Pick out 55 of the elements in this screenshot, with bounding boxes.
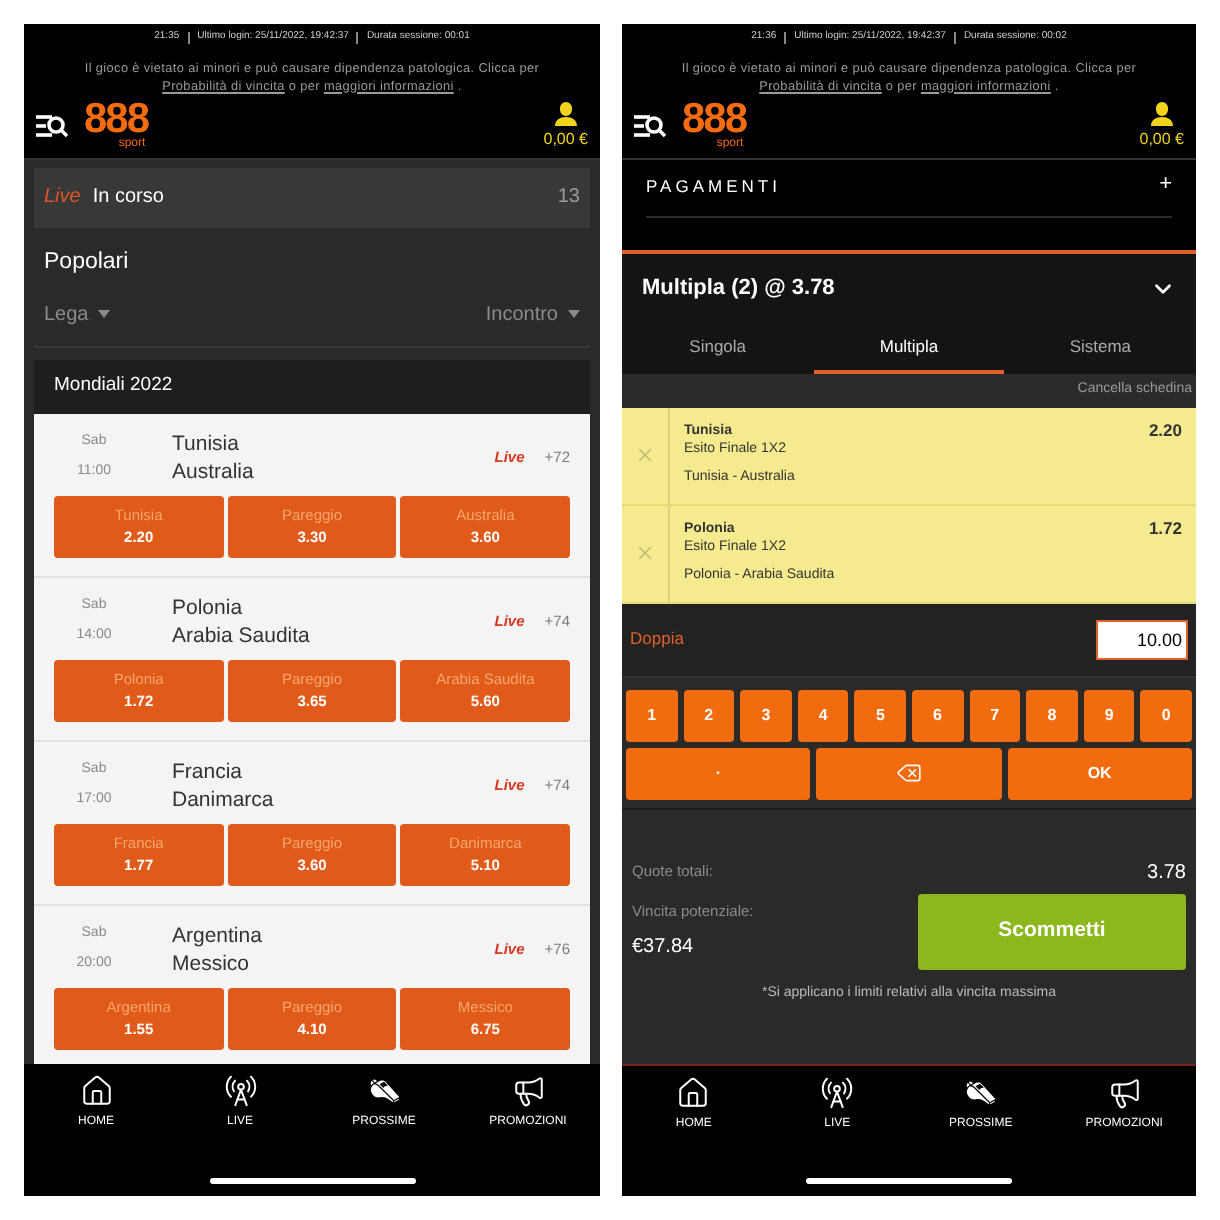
team-name: Arabia Saudita — [172, 621, 312, 650]
team-name: Danimarca — [172, 785, 276, 814]
potential-win: €37.84 — [632, 933, 696, 962]
live-bar[interactable]: Live In corso 13 — [34, 167, 590, 227]
slip-title: Multipla (2) @ 3.78 — [642, 273, 835, 304]
keypad-key[interactable]: 3 — [740, 689, 792, 741]
keypad-key[interactable]: · — [626, 747, 811, 799]
team-name: Francia — [172, 757, 245, 786]
backspace-icon — [895, 760, 922, 786]
balance: 0,00 € — [543, 128, 588, 152]
selection-odds: 1.72 — [1148, 515, 1184, 541]
keypad-key[interactable]: 5 — [854, 689, 906, 741]
whistle-icon — [963, 1076, 998, 1110]
keypad-key[interactable]: 4 — [797, 689, 849, 741]
stake-label: Doppia — [630, 626, 684, 652]
filter-label[interactable]: Incontro — [485, 299, 558, 330]
team-name: Tunisia — [172, 429, 241, 458]
keypad-key[interactable]: 6 — [911, 689, 964, 741]
team-name: Polonia — [172, 593, 245, 622]
keypad-key[interactable]: 9 — [1083, 689, 1135, 741]
bet-button[interactable]: Scommetti — [918, 893, 1186, 969]
backspace-key[interactable] — [816, 747, 1002, 799]
radio-tower-icon — [820, 1076, 855, 1110]
keypad-key[interactable]: 8 — [1026, 689, 1078, 741]
keypad-key[interactable]: 7 — [969, 689, 1021, 741]
megaphone-icon — [1107, 1076, 1142, 1110]
slip-tab[interactable]: Sistema — [1004, 323, 1196, 373]
whistle-icon — [367, 1074, 401, 1108]
balance: 0,00 € — [1139, 128, 1184, 152]
megaphone-icon — [511, 1074, 545, 1108]
slip-tab[interactable]: Singola — [622, 323, 814, 373]
keypad-key[interactable]: OK — [1007, 747, 1192, 799]
menu-search-icon[interactable] — [634, 114, 666, 138]
user-icon[interactable] — [1149, 100, 1174, 126]
team-name: Argentina — [172, 921, 264, 950]
menu-search-icon[interactable] — [36, 114, 68, 138]
section-title[interactable]: PAGAMENTI — [646, 173, 781, 199]
radio-tower-icon — [223, 1074, 257, 1108]
house-icon — [79, 1074, 113, 1108]
total-odds: 3.78 — [1147, 859, 1186, 887]
keypad-key[interactable]: 0 — [1140, 689, 1192, 741]
section-title: Popolari — [42, 247, 131, 277]
expand-toggle[interactable]: + — [1159, 174, 1172, 197]
selection-odds: 2.20 — [1148, 417, 1184, 443]
team-name: Australia — [172, 457, 256, 486]
dropdown-icon[interactable] — [98, 310, 111, 319]
keypad-key[interactable]: 2 — [683, 689, 735, 741]
team-name: Messico — [172, 949, 252, 978]
keypad-key[interactable]: 1 — [626, 689, 678, 741]
house-icon — [676, 1076, 711, 1110]
filter-label[interactable]: Lega — [44, 299, 89, 330]
user-icon[interactable] — [553, 100, 578, 126]
dropdown-icon[interactable] — [568, 310, 580, 319]
league-header: Mondiali 2022 — [34, 359, 590, 414]
stake-field[interactable]: 10.00 — [1096, 619, 1188, 659]
